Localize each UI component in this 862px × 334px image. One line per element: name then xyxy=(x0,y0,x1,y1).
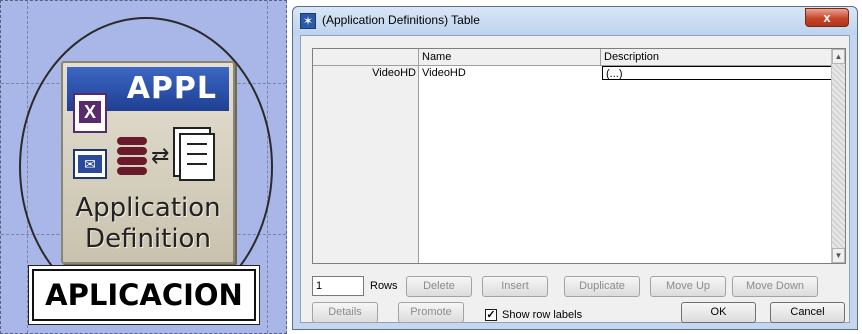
documents-icon xyxy=(179,133,215,181)
table-header: Name Description xyxy=(313,49,833,66)
dialog-title: (Application Definitions) Table xyxy=(322,13,480,27)
insert-button[interactable]: Insert xyxy=(482,276,548,297)
scroll-down-arrow-icon[interactable]: ▼ xyxy=(832,248,845,263)
promote-button[interactable]: Promote xyxy=(398,302,464,323)
scroll-up-arrow-icon[interactable]: ▲ xyxy=(832,49,845,64)
exchange-arrows-icon: ⇄ xyxy=(151,143,170,168)
rows-count-input[interactable]: 1 xyxy=(312,276,364,296)
row-label[interactable]: VideoHD xyxy=(313,66,419,80)
close-button[interactable]: x xyxy=(805,8,849,27)
move-down-button[interactable]: Move Down xyxy=(732,276,818,297)
show-row-labels-label: Show row labels xyxy=(502,309,583,321)
application-definitions-dialog: ✶ (Application Definitions) Table x Name… xyxy=(292,6,858,330)
table-corner-cell xyxy=(313,49,419,66)
node-canvas: APPL X ✉ ⇄ Application Definition APLICA… xyxy=(0,0,287,334)
description-cell[interactable]: (...) xyxy=(602,66,833,80)
app-window-icon: ✶ xyxy=(300,13,316,29)
mail-icon: ✉ xyxy=(73,149,107,179)
rows-label: Rows xyxy=(370,280,398,292)
node-name-label[interactable]: APLICACION xyxy=(32,269,256,321)
table-row: VideoHD VideoHD (...) xyxy=(313,66,833,81)
dialog-body: Name Description VideoHD VideoHD (...) ▲… xyxy=(300,35,850,323)
application-definition-node-icon[interactable]: APPL X ✉ ⇄ Application Definition xyxy=(61,61,235,264)
dialog-titlebar[interactable]: ✶ (Application Definitions) Table x xyxy=(293,7,857,35)
column-header-description[interactable]: Description xyxy=(601,49,833,66)
node-caption-line1: Application xyxy=(75,193,221,223)
node-caption: Application Definition xyxy=(63,193,233,255)
details-button[interactable]: Details xyxy=(312,302,378,323)
checkbox-checked-icon[interactable]: ✓ xyxy=(485,309,497,321)
move-up-button[interactable]: Move Up xyxy=(650,276,726,297)
database-icon xyxy=(117,137,147,183)
definitions-table: Name Description VideoHD VideoHD (...) ▲… xyxy=(312,48,846,264)
spreadsheet-icon: X xyxy=(73,93,107,133)
column-header-name[interactable]: Name xyxy=(419,49,601,66)
cancel-button[interactable]: Cancel xyxy=(770,302,845,323)
node-caption-line2: Definition xyxy=(85,224,211,254)
duplicate-button[interactable]: Duplicate xyxy=(564,276,640,297)
delete-button[interactable]: Delete xyxy=(406,276,472,297)
name-cell[interactable]: VideoHD xyxy=(421,66,601,80)
vertical-scrollbar[interactable]: ▲ ▼ xyxy=(831,49,845,263)
row-labels-column xyxy=(313,66,419,263)
ok-button[interactable]: OK xyxy=(681,302,756,323)
